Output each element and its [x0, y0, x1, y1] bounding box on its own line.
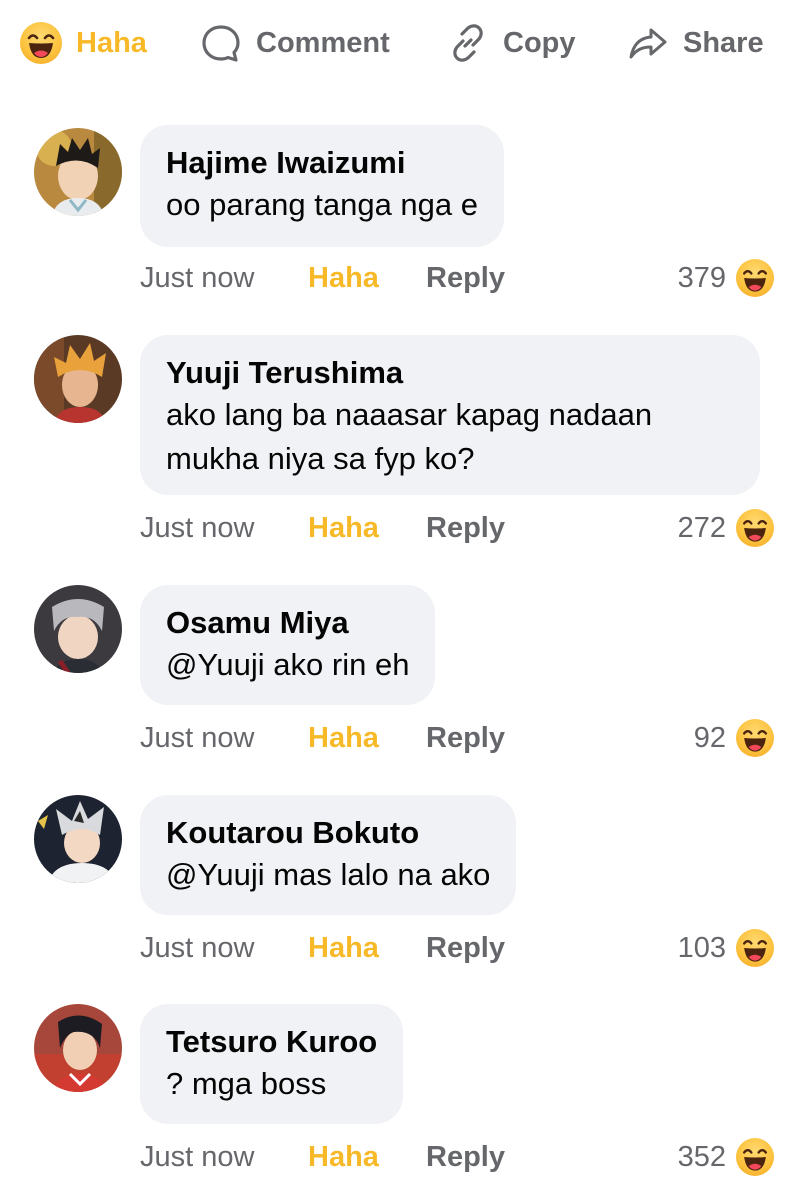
- commenter-name[interactable]: Koutarou Bokuto: [166, 813, 490, 853]
- comment-bubble: Tetsuro Kuroo ? mga boss: [140, 1004, 404, 1124]
- comment-text: ako lang ba naaasar kapag nadaan: [166, 397, 653, 432]
- reaction-count[interactable]: 272: [678, 508, 774, 548]
- commenter-name[interactable]: Yuuji Terushima: [166, 353, 734, 393]
- reaction-count[interactable]: 103: [678, 928, 774, 968]
- reply-button[interactable]: Reply: [426, 722, 505, 755]
- comment-timestamp[interactable]: Just now: [140, 262, 308, 295]
- reaction-count[interactable]: 379: [678, 258, 774, 298]
- avatar[interactable]: [34, 795, 122, 883]
- post-action-bar: Haha Comment Copy Share: [0, 0, 792, 88]
- haha-emoji-icon: [736, 1138, 774, 1176]
- haha-emoji-icon: [736, 719, 774, 757]
- comment-text: @Yuuji mas lalo na ako: [166, 857, 491, 892]
- reaction-count-value: 103: [677, 931, 726, 964]
- haha-label: Haha: [76, 26, 147, 59]
- haha-reaction-button[interactable]: Haha: [308, 722, 426, 755]
- comment-timestamp[interactable]: Just now: [140, 932, 308, 965]
- copy-label: Copy: [503, 26, 576, 59]
- haha-emoji-icon: [736, 929, 774, 967]
- reaction-count-value: 272: [677, 511, 726, 544]
- reaction-count[interactable]: 352: [678, 1137, 774, 1177]
- reaction-count-value: 92: [693, 721, 726, 754]
- avatar[interactable]: [34, 335, 122, 423]
- comment-meta: Just now Haha Reply: [140, 718, 505, 758]
- comment-bubble: Koutarou Bokuto @Yuuji mas lalo na ako: [140, 795, 517, 915]
- reply-button[interactable]: Reply: [426, 1141, 505, 1174]
- comment-button[interactable]: Comment: [200, 18, 390, 68]
- share-label: Share: [683, 26, 764, 59]
- haha-reaction-button[interactable]: Haha: [308, 262, 426, 295]
- comment-bubble: Hajime Iwaizumi oo parang tanga nga e: [140, 125, 504, 247]
- reply-button[interactable]: Reply: [426, 512, 505, 545]
- comment-text: mukha niya sa fyp ko?: [166, 441, 475, 476]
- reply-button[interactable]: Reply: [426, 262, 505, 295]
- avatar[interactable]: [34, 1004, 122, 1092]
- comment-bubble: Osamu Miya @Yuuji ako rin eh: [140, 585, 436, 705]
- reaction-count-value: 379: [677, 261, 726, 294]
- comment-text: oo parang tanga nga e: [166, 187, 478, 222]
- copy-button[interactable]: Copy: [447, 18, 576, 68]
- haha-reaction-button[interactable]: Haha: [308, 1141, 426, 1174]
- commenter-name[interactable]: Hajime Iwaizumi: [166, 143, 478, 183]
- reaction-count[interactable]: 92: [694, 718, 774, 758]
- share-arrow-icon: [627, 22, 669, 64]
- comment-timestamp[interactable]: Just now: [140, 722, 308, 755]
- reply-button[interactable]: Reply: [426, 932, 505, 965]
- reaction-count-value: 352: [677, 1140, 726, 1173]
- haha-emoji-icon: [736, 509, 774, 547]
- comment-meta: Just now Haha Reply: [140, 258, 505, 298]
- commenter-name[interactable]: Osamu Miya: [166, 603, 409, 643]
- comment-meta: Just now Haha Reply: [140, 928, 505, 968]
- link-icon: [447, 22, 489, 64]
- comment-meta: Just now Haha Reply: [140, 508, 505, 548]
- share-button[interactable]: Share: [627, 18, 764, 68]
- comment-text: ? mga boss: [166, 1066, 327, 1101]
- haha-reaction-button[interactable]: Haha: [308, 512, 426, 545]
- haha-reaction-button[interactable]: Haha: [308, 932, 426, 965]
- avatar[interactable]: [34, 128, 122, 216]
- commenter-name[interactable]: Tetsuro Kuroo: [166, 1022, 377, 1062]
- comment-label: Comment: [256, 26, 390, 59]
- avatar[interactable]: [34, 585, 122, 673]
- haha-emoji-icon: [736, 259, 774, 297]
- haha-reaction-button[interactable]: Haha: [20, 18, 147, 68]
- haha-emoji-icon: [20, 22, 62, 64]
- comment-bubble-icon: [200, 22, 242, 64]
- comment-text: @Yuuji ako rin eh: [166, 647, 410, 682]
- comment-timestamp[interactable]: Just now: [140, 512, 308, 545]
- comment-bubble: Yuuji Terushima ako lang ba naaasar kapa…: [140, 335, 760, 495]
- comment-meta: Just now Haha Reply: [140, 1137, 505, 1177]
- comment-timestamp[interactable]: Just now: [140, 1141, 308, 1174]
